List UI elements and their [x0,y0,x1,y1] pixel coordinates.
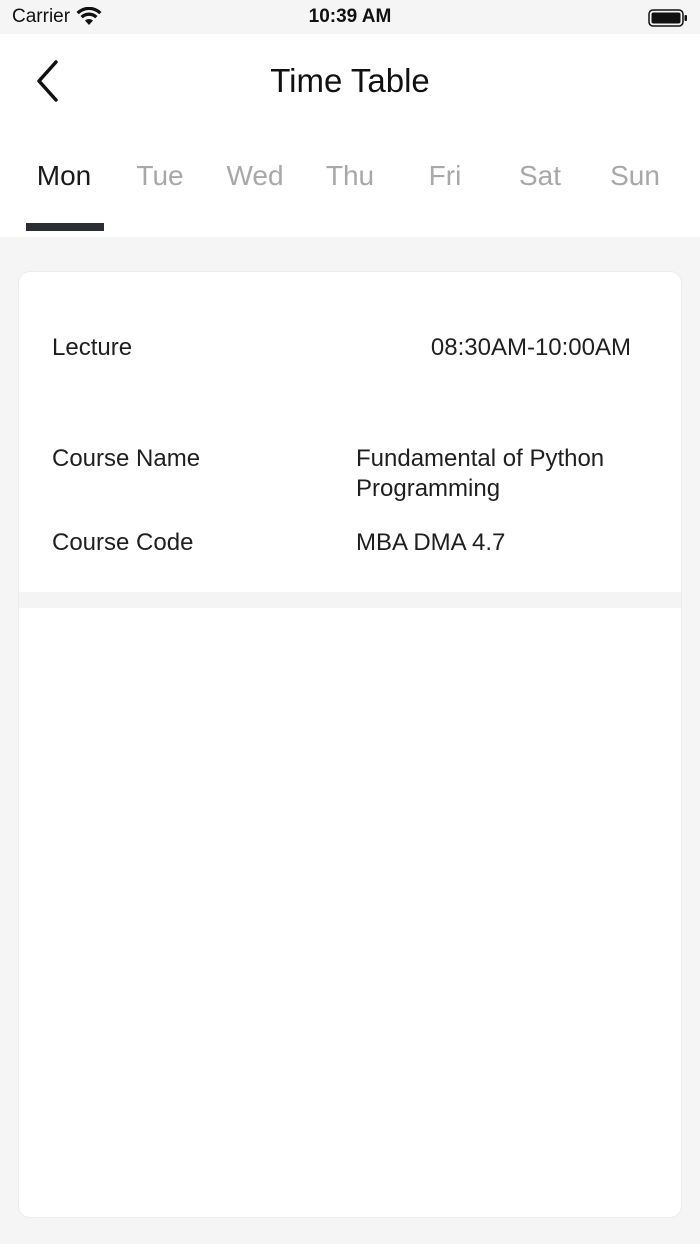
day-tabs: Mon Tue Wed Thu Fri Sat Sun [0,160,700,230]
course-code-value: MBA DMA 4.7 [356,529,506,556]
tab-tue[interactable]: Tue [112,160,208,192]
course-name-label: Course Name [52,445,201,472]
status-time: 10:39 AM [308,6,392,27]
lecture-label: Lecture [52,334,133,361]
battery-icon [648,9,687,27]
tab-thu[interactable]: Thu [302,160,398,192]
lecture-card: Lecture 08:30AM-10:00AM Course Name Fund… [18,271,682,1218]
tab-sat[interactable]: Sat [492,160,588,192]
status-bar: Carrier 10:39 AM [0,0,700,34]
header: Time Table Mon Tue Wed Thu Fri Sat Sun [0,34,700,237]
course-name-line2: Programming [356,475,501,502]
section-divider [19,592,681,608]
lecture-time: 08:30AM-10:00AM [430,334,631,361]
tab-sun[interactable]: Sun [587,160,683,192]
active-tab-indicator [26,223,104,231]
tab-fri[interactable]: Fri [397,160,493,192]
course-code-label: Course Code [52,529,194,556]
course-name-line1: Fundamental of Python [356,445,605,472]
page-title: Time Table [270,62,430,99]
tab-mon[interactable]: Mon [16,160,112,192]
tab-wed[interactable]: Wed [207,160,303,192]
